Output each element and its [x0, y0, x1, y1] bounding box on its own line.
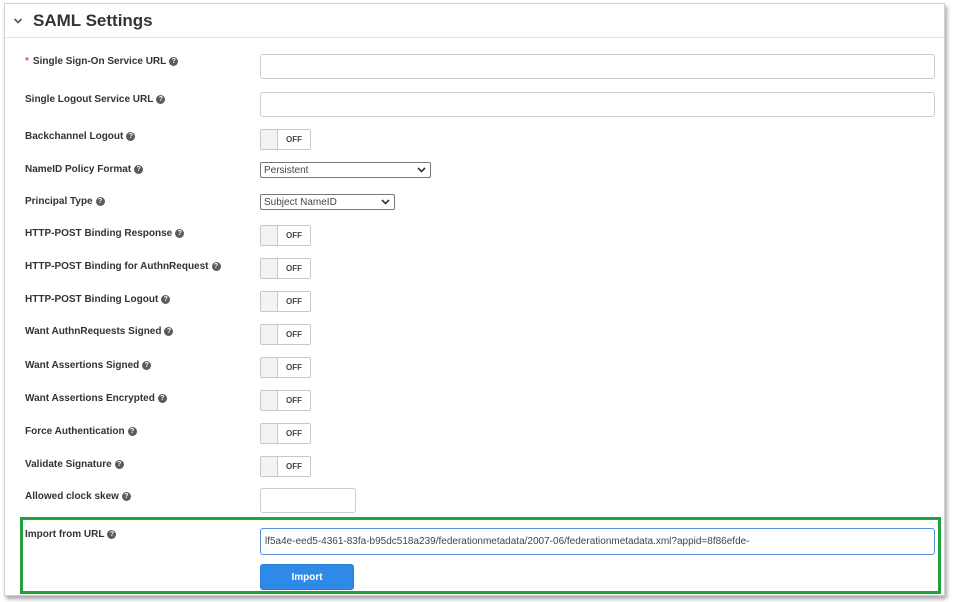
toggle-state: OFF [286, 297, 302, 306]
http-post-binding-logout-label: HTTP-POST Binding Logout ? [25, 294, 171, 305]
principal-type-select[interactable]: Subject NameID [260, 194, 395, 210]
slo-url-input[interactable] [260, 92, 935, 117]
http-post-binding-authn-label: HTTP-POST Binding for AuthnRequest ? [25, 261, 221, 272]
toggle-knob [261, 130, 278, 149]
backchannel-logout-label: Backchannel Logout ? [25, 131, 136, 142]
nameid-policy-select[interactable]: Persistent [260, 162, 431, 178]
want-assertions-encrypted-label: Want Assertions Encrypted ? [25, 393, 167, 404]
clock-skew-label: Allowed clock skew ? [25, 491, 131, 502]
chevron-down-icon [381, 198, 390, 206]
validate-signature-label: Validate Signature ? [25, 459, 124, 470]
help-icon[interactable]: ? [134, 165, 144, 174]
help-icon[interactable]: ? [175, 229, 185, 238]
help-icon[interactable]: ? [157, 394, 167, 403]
validate-signature-toggle[interactable]: OFF [260, 456, 311, 477]
help-icon[interactable]: ? [121, 492, 131, 501]
toggle-knob [261, 292, 278, 311]
toggle-state: OFF [286, 429, 302, 438]
toggle-state: OFF [286, 462, 302, 471]
help-icon[interactable]: ? [161, 295, 171, 304]
force-authentication-toggle[interactable]: OFF [260, 423, 311, 444]
toggle-state: OFF [286, 363, 302, 372]
toggle-knob [261, 424, 278, 443]
required-marker: * [25, 56, 29, 67]
principal-type-label: Principal Type ? [25, 196, 105, 207]
chevron-down-icon[interactable] [13, 16, 23, 26]
help-icon[interactable]: ? [169, 57, 179, 66]
want-assertions-signed-label: Want Assertions Signed ? [25, 360, 152, 371]
section-header[interactable]: SAML Settings [5, 4, 944, 38]
import-url-input[interactable]: lf5a4e-eed5-4361-83fa-b95dc518a239/feder… [260, 528, 935, 555]
http-post-binding-response-toggle[interactable]: OFF [260, 225, 311, 246]
help-icon[interactable]: ? [164, 327, 174, 336]
toggle-knob [261, 226, 278, 245]
clock-skew-input[interactable] [260, 488, 356, 513]
toggle-knob [261, 325, 278, 344]
help-icon[interactable]: ? [142, 361, 152, 370]
help-icon[interactable]: ? [114, 460, 124, 469]
toggle-state: OFF [286, 135, 302, 144]
toggle-state: OFF [286, 330, 302, 339]
help-icon[interactable]: ? [126, 132, 136, 141]
want-assertions-encrypted-toggle[interactable]: OFF [260, 390, 311, 411]
slo-url-label: Single Logout Service URL ? [25, 94, 166, 105]
sso-url-label: * Single Sign-On Service URL ? [25, 56, 179, 67]
import-button[interactable]: Import [260, 564, 354, 590]
toggle-state: OFF [286, 264, 302, 273]
backchannel-logout-toggle[interactable]: OFF [260, 129, 311, 150]
nameid-policy-label: NameID Policy Format ? [25, 164, 144, 175]
toggle-knob [261, 358, 278, 377]
toggle-knob [261, 391, 278, 410]
help-icon[interactable]: ? [127, 427, 137, 436]
help-icon[interactable]: ? [211, 262, 221, 271]
want-assertions-signed-toggle[interactable]: OFF [260, 357, 311, 378]
saml-settings-panel: SAML Settings * Single Sign-On Service U… [4, 3, 945, 596]
want-authn-signed-label: Want AuthnRequests Signed ? [25, 326, 174, 337]
toggle-state: OFF [286, 396, 302, 405]
sso-url-input[interactable] [260, 54, 935, 79]
page-title: SAML Settings [33, 10, 153, 30]
toggle-state: OFF [286, 231, 302, 240]
toggle-knob [261, 457, 278, 476]
help-icon[interactable]: ? [107, 530, 117, 539]
http-post-binding-response-label: HTTP-POST Binding Response ? [25, 228, 185, 239]
http-post-binding-logout-toggle[interactable]: OFF [260, 291, 311, 312]
import-url-label: Import from URL ? [25, 529, 117, 540]
toggle-knob [261, 259, 278, 278]
http-post-binding-authn-toggle[interactable]: OFF [260, 258, 311, 279]
help-icon[interactable]: ? [156, 95, 166, 104]
help-icon[interactable]: ? [95, 197, 105, 206]
chevron-down-icon [417, 166, 426, 174]
force-authentication-label: Force Authentication ? [25, 426, 137, 437]
want-authn-signed-toggle[interactable]: OFF [260, 324, 311, 345]
